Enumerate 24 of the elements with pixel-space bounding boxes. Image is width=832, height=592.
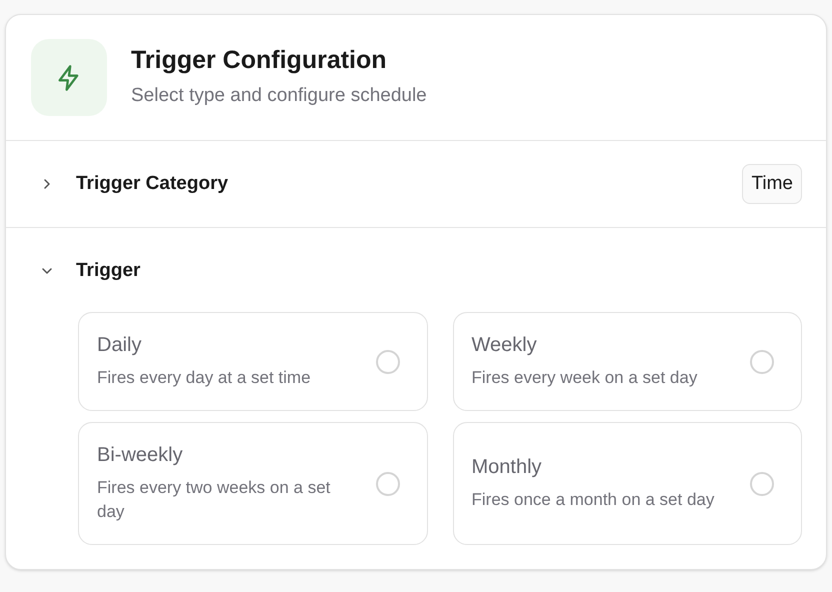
value-badge: Time [742,164,802,204]
lightning-icon [31,39,107,116]
option-title: Bi-weekly [97,443,184,468]
option-card[interactable]: Bi-weekly Fires every two weeks on a set day [78,422,428,545]
option-title: Weekly [472,333,538,358]
section-header[interactable]: Trigger [6,228,826,314]
radio-button[interactable] [750,350,774,374]
option-description: Fires once a month on a set day [472,489,716,511]
option-description: Fires every week on a set day [472,367,698,389]
option-title: Daily [97,333,142,358]
card-title: Trigger Configuration [131,44,388,76]
section-title: Trigger [76,258,142,283]
section-header[interactable]: Trigger Category Time [6,141,826,227]
radio-button[interactable] [376,472,400,496]
section-title: Trigger Category [76,172,230,196]
radio-button[interactable] [750,472,774,496]
option-description: Fires every two weeks on a set day [97,477,332,523]
option-card[interactable]: Daily Fires every day at a set time [78,312,428,411]
radio-button[interactable] [376,350,400,374]
card-subtitle: Select type and configure schedule [131,84,427,108]
option-description: Fires every day at a set time [97,367,312,389]
option-card[interactable]: Monthly Fires once a month on a set day [452,422,802,545]
option-title: Monthly [472,455,543,480]
option-card[interactable]: Weekly Fires every week on a set day [452,312,802,411]
